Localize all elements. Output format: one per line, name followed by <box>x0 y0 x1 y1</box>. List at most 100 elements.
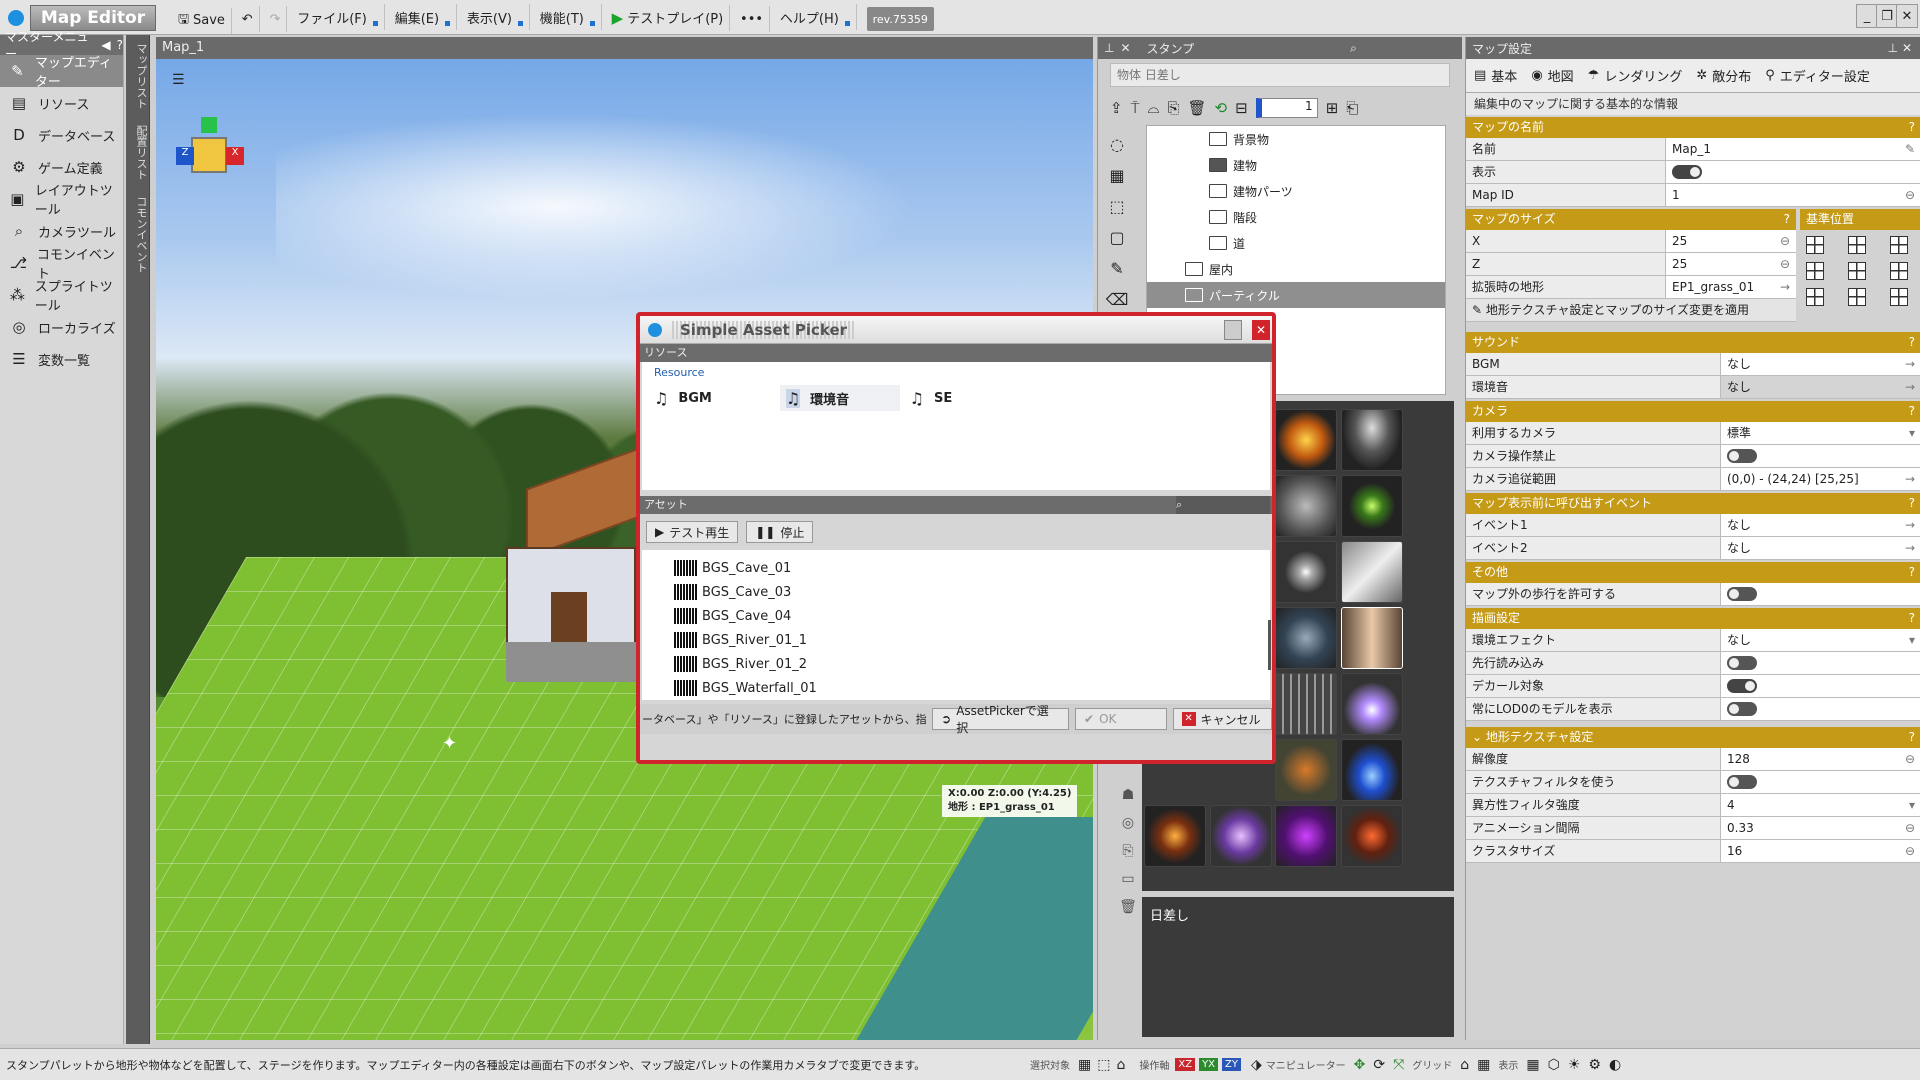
menu-view[interactable]: 表示(V) <box>461 4 530 30</box>
thumb-flash[interactable] <box>1275 541 1337 603</box>
asset-list-scrollbar[interactable] <box>1268 620 1271 670</box>
house[interactable] <box>486 445 646 687</box>
export-icon[interactable]: ⎗ <box>1346 99 1358 117</box>
asset-item[interactable]: BGS_River_01_2 <box>642 652 1270 676</box>
count-field[interactable]: 1 <box>1255 98 1318 118</box>
test-play-button[interactable]: ▶ テスト再生 <box>646 521 739 543</box>
grid-icon[interactable]: ⌂ <box>1460 1057 1469 1073</box>
effect-select[interactable]: なし ▾ <box>1721 629 1920 651</box>
redo-button[interactable]: ↷ <box>264 6 288 32</box>
tab-editor-settings[interactable]: ⚲ エディター設定 <box>1765 66 1870 85</box>
strip-map-list[interactable]: マップリスト <box>133 43 149 109</box>
menu-item-resource[interactable]: ▤ リソース <box>0 87 123 119</box>
ext-terrain-field[interactable]: EP1_grass_01 → <box>1666 276 1796 298</box>
base-pos-tl[interactable] <box>1806 236 1824 254</box>
base-pos-bl[interactable] <box>1806 288 1824 306</box>
camera-select[interactable]: 標準 ▾ <box>1721 422 1920 444</box>
asset-item[interactable]: BGS_River_01_1 <box>642 628 1270 652</box>
tree-item-building[interactable]: 建物 <box>1147 152 1445 178</box>
paste-icon[interactable]: ⎘ <box>1122 843 1133 859</box>
maximize-button[interactable]: ❐ <box>1876 4 1898 28</box>
resolution-field[interactable]: 128 ⊖ <box>1721 748 1920 770</box>
axis-zy-button[interactable]: ZY <box>1222 1058 1241 1071</box>
menu-function[interactable]: 機能(T) <box>534 4 602 30</box>
texture-filter-toggle[interactable] <box>1727 775 1757 789</box>
tree-item-indoor[interactable]: 屋内 <box>1147 256 1445 282</box>
dialog-maximize-button[interactable] <box>1224 319 1242 340</box>
strip-common-event[interactable]: コモンイベント <box>133 196 149 273</box>
thumb-torch[interactable] <box>1144 805 1206 867</box>
select-building-icon[interactable]: ⌂ <box>1116 1057 1125 1073</box>
more-button[interactable]: ••• <box>734 6 771 32</box>
close-button[interactable]: ✕ <box>1896 4 1918 28</box>
camera-lock-toggle[interactable] <box>1727 449 1757 463</box>
strip-placement-list[interactable]: 配置リスト <box>133 125 149 180</box>
event1-field[interactable]: なし → <box>1721 514 1920 536</box>
menu-help[interactable]: ヘルプ(H) <box>774 4 857 30</box>
tree-item-background[interactable]: 背景物 <box>1147 126 1445 152</box>
floor-icon[interactable]: ⌓ <box>1148 99 1160 117</box>
thumb-smoke[interactable] <box>1341 409 1403 471</box>
tab-basic[interactable]: ▤ 基本 <box>1474 66 1517 85</box>
resource-se[interactable]: ♫ SE <box>904 385 1024 411</box>
pin-icon[interactable]: ⊥ <box>1104 41 1114 55</box>
base-pos-br[interactable] <box>1890 288 1908 306</box>
rotate-icon[interactable]: ⟲ <box>1215 99 1228 117</box>
resource-env-sound[interactable]: ♫ 環境音 <box>779 385 900 411</box>
axis-yx-button[interactable]: YX <box>1199 1058 1219 1071</box>
upload-icon[interactable]: ⇪ <box>1110 99 1123 117</box>
stamp-icon[interactable]: ⍑ <box>1131 99 1140 117</box>
save-button[interactable]: 🖫 Save <box>172 7 232 34</box>
pen-icon[interactable]: ✎ <box>1110 259 1123 278</box>
name-field[interactable]: Map_1 ✎ <box>1666 138 1920 160</box>
base-pos-ml[interactable] <box>1806 262 1824 280</box>
menu-edit[interactable]: 編集(E) <box>389 4 458 30</box>
menu-item-common-event[interactable]: ⎇ コモンイベント <box>0 247 123 282</box>
thumb-red-ring[interactable] <box>1341 805 1403 867</box>
view-grid-icon[interactable]: ▦ <box>1526 1057 1539 1073</box>
lod-toggle[interactable] <box>1727 702 1757 716</box>
plus-button[interactable]: ⊞ <box>1326 99 1339 117</box>
tab-enemy[interactable]: ✲ 敵分布 <box>1696 66 1751 85</box>
z-field[interactable]: 25 ⊖ <box>1666 253 1796 275</box>
trash-icon[interactable]: 🗑 <box>1187 99 1206 117</box>
dialog-close-button[interactable]: ✕ <box>1252 319 1270 340</box>
menu-item-variables[interactable]: ☰ 変数一覧 <box>0 343 123 375</box>
tree-item-stairs[interactable]: 階段 <box>1147 204 1445 230</box>
thumb-green-light[interactable] <box>1341 475 1403 537</box>
menu-item-layout[interactable]: ▣ レイアウトツール <box>0 183 123 218</box>
thumb-rain[interactable] <box>1275 673 1337 735</box>
apply-button[interactable]: ✎ 地形テクスチャ設定とマップのサイズ変更を適用 <box>1466 299 1796 322</box>
tab-map[interactable]: ◉ 地図 <box>1531 66 1573 85</box>
axis-xz-button[interactable]: XZ <box>1175 1058 1196 1071</box>
thumb-cloud[interactable] <box>1275 475 1337 537</box>
menu-item-sprite[interactable]: ⁂ スプライトツール <box>0 279 123 314</box>
viewport-tab[interactable]: Map_1 <box>156 37 1093 59</box>
menu-item-game-def[interactable]: ⚙ ゲーム定義 <box>0 151 123 183</box>
menu-item-localize[interactable]: ◎ ローカライズ <box>0 311 123 343</box>
base-pos-tc[interactable] <box>1848 236 1866 254</box>
testplay-button[interactable]: ▶ テストプレイ(P) <box>606 4 731 31</box>
scale-icon[interactable]: ⤧ <box>1393 1057 1404 1073</box>
stamp-search-input[interactable]: 物体 日差し <box>1110 63 1450 87</box>
stop-button[interactable]: ❚❚ 停止 <box>746 521 814 543</box>
help-icon[interactable]: ? <box>117 38 123 52</box>
search-icon[interactable]: ⌕ <box>1350 41 1357 56</box>
asset-item[interactable]: BGS_Cave_04 <box>642 604 1270 628</box>
tiles-icon[interactable]: ▦ <box>1109 166 1124 185</box>
undo-button[interactable]: ↶ <box>236 6 260 32</box>
anim-interval-field[interactable]: 0.33 ⊖ <box>1721 817 1920 839</box>
circle-icon[interactable]: ◎ <box>1122 815 1134 831</box>
thumb-magic-orb[interactable] <box>1210 805 1272 867</box>
eraser-icon[interactable]: ⌫ <box>1106 290 1129 309</box>
pin-icon[interactable]: ⊥ ✕ <box>1888 41 1912 55</box>
aniso-select[interactable]: 4 ▾ <box>1721 794 1920 816</box>
cube-icon[interactable]: ⬚ <box>1109 197 1124 216</box>
person-icon[interactable]: ☗ <box>1122 787 1135 803</box>
asset-item[interactable]: BGS_Cave_01 <box>642 556 1270 580</box>
minus-button[interactable]: ⊟ <box>1235 99 1248 117</box>
menu-item-map-editor[interactable]: ✎ マップエディター <box>0 55 123 90</box>
show-toggle[interactable] <box>1672 165 1702 179</box>
base-pos-bc[interactable] <box>1848 288 1866 306</box>
menu-item-camera[interactable]: ⌕ カメラツール <box>0 215 123 247</box>
